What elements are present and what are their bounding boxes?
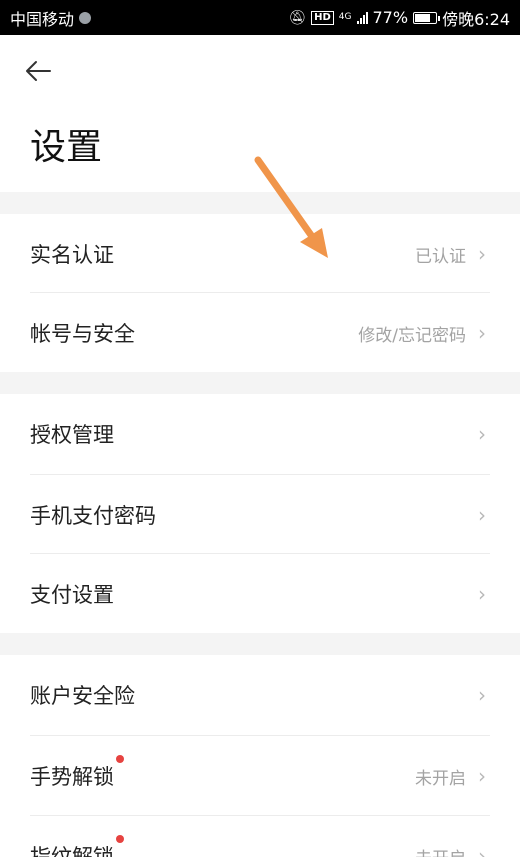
row-value: 未开启: [415, 844, 466, 857]
settings-row-gesture-unlock[interactable]: 手势解锁 未开启 ›: [0, 736, 520, 816]
notification-dot: [116, 755, 124, 763]
back-arrow-icon: [26, 61, 51, 81]
row-label: 支付设置: [30, 583, 114, 607]
row-value: 已认证: [415, 246, 466, 267]
status-bar-right: 🔕︎ HD 4G 77% 傍晚6:24: [288, 6, 510, 30]
status-bar: 中国移动 🔕︎ HD 4G 77% 傍晚6:24: [0, 0, 520, 35]
mute-icon: 🔕︎: [288, 9, 307, 26]
row-label: 帐号与安全: [30, 322, 135, 346]
hd-badge: HD: [311, 10, 334, 25]
settings-row-fingerprint-unlock[interactable]: 指纹解锁 未开启 ›: [0, 816, 520, 857]
chevron-right-icon: ›: [478, 683, 486, 707]
chevron-right-icon: ›: [478, 422, 486, 446]
chevron-right-icon: ›: [478, 582, 486, 606]
row-label: 手势解锁: [30, 755, 124, 791]
settings-row-payment-settings[interactable]: 支付设置 ›: [0, 554, 520, 634]
network-type: 4G: [338, 12, 352, 22]
row-label: 指纹解锁: [30, 835, 124, 857]
section-divider: [0, 633, 520, 655]
chevron-right-icon: ›: [478, 844, 486, 857]
row-label: 账户安全险: [30, 684, 135, 708]
row-label: 实名认证: [30, 243, 114, 267]
back-button[interactable]: [22, 55, 54, 87]
chevron-right-icon: ›: [478, 764, 486, 788]
page-title: 设置: [30, 127, 103, 168]
settings-row-account-insurance[interactable]: 账户安全险 ›: [0, 655, 520, 735]
chevron-right-icon: ›: [478, 242, 486, 266]
status-bar-left: 中国移动: [10, 6, 92, 30]
clock: 傍晚6:24: [442, 9, 510, 29]
carrier-indicator-icon: [79, 11, 92, 24]
settings-row-real-name[interactable]: 实名认证 已认证 ›: [0, 214, 520, 294]
settings-row-payment-password[interactable]: 手机支付密码 ›: [0, 475, 520, 555]
notification-dot: [116, 835, 124, 843]
section-divider: [0, 372, 520, 394]
carrier-label: 中国移动: [10, 9, 75, 29]
settings-row-authorization[interactable]: 授权管理 ›: [0, 394, 520, 474]
battery-percent: 77%: [372, 8, 409, 27]
chevron-right-icon: ›: [478, 503, 486, 527]
section-divider: [0, 192, 520, 214]
row-value: 修改/忘记密码: [358, 325, 466, 346]
battery-icon: [413, 11, 441, 24]
chevron-right-icon: ›: [478, 321, 486, 345]
row-label: 手机支付密码: [30, 504, 156, 528]
signal-icon: [356, 11, 368, 24]
row-label: 授权管理: [30, 423, 114, 447]
settings-row-account-security[interactable]: 帐号与安全 修改/忘记密码 ›: [0, 293, 520, 373]
row-value: 未开启: [415, 768, 466, 789]
